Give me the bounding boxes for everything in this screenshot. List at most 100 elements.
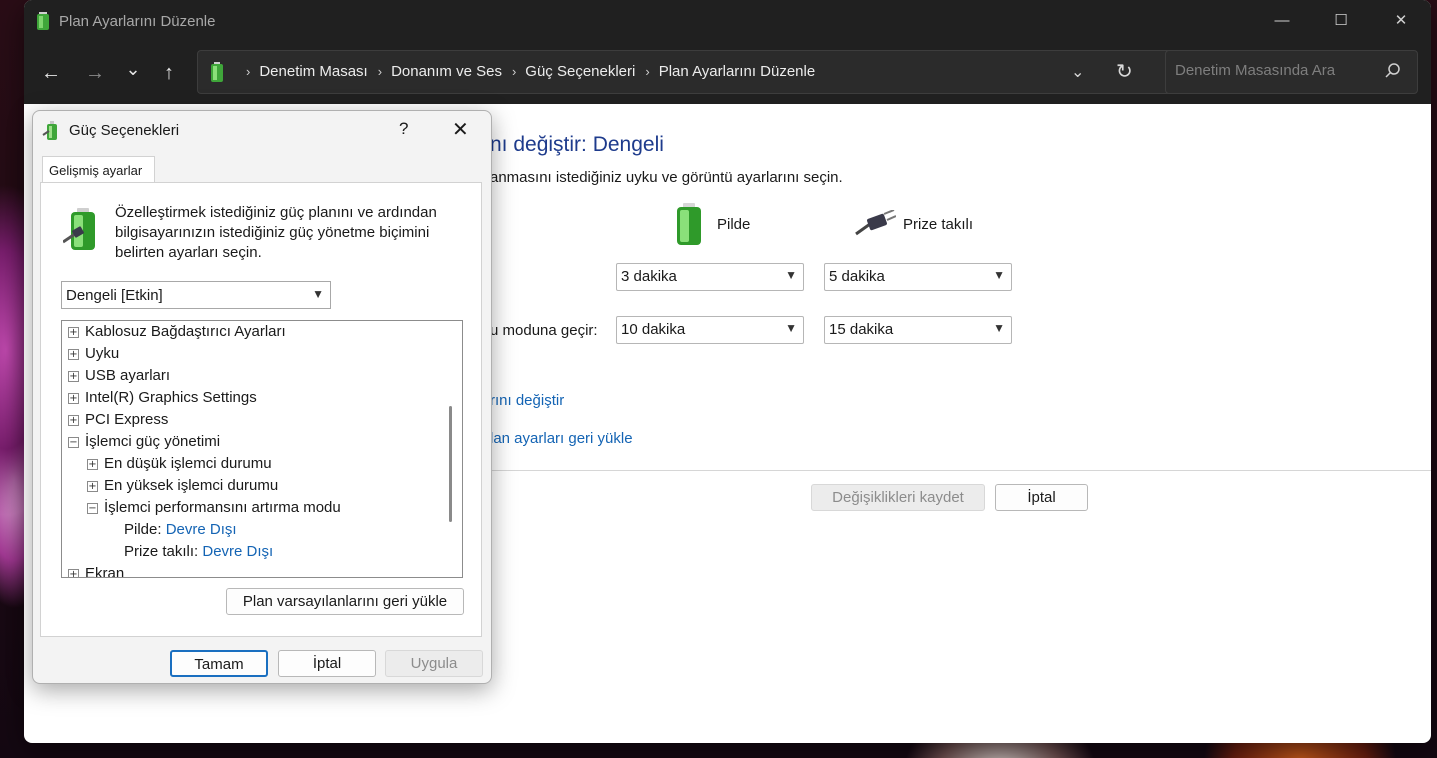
refresh-button[interactable]: ↻ (1116, 59, 1133, 84)
power-options-icon (42, 121, 57, 140)
breadcrumb-separator: › (511, 64, 517, 79)
tree-scrollbar[interactable] (449, 406, 452, 522)
tree-item-pci-express[interactable]: + PCI Express (68, 411, 168, 433)
tree-item-label: Pilde: (124, 521, 162, 538)
boost-plugged-value[interactable]: Devre Dışı (202, 543, 273, 560)
tree-item-boost-battery[interactable]: Pilde: Devre Dışı (124, 521, 237, 543)
cancel-button[interactable]: İptal (995, 484, 1088, 511)
restore-defaults-link[interactable]: lan ayarları geri yükle (490, 430, 633, 447)
recent-locations-button[interactable]: ⌄ (118, 54, 148, 84)
sleep-row-label: u moduna geçir: (490, 322, 598, 339)
breadcrumb-control-panel[interactable]: Denetim Masası (259, 63, 367, 80)
battery-icon (211, 62, 223, 82)
expand-icon[interactable]: + (68, 371, 79, 382)
boost-battery-value[interactable]: Devre Dışı (166, 521, 237, 538)
save-changes-button[interactable]: Değişiklikleri kaydet (811, 484, 985, 511)
tree-item-label: USB ayarları (85, 367, 171, 384)
power-options-dialog: Güç Seçenekleri ? ✕ Gelişmiş ayarlar Öze… (32, 110, 492, 684)
tree-item-label: Intel(R) Graphics Settings (85, 389, 257, 406)
chevron-down-icon: ▼ (785, 321, 797, 335)
up-button[interactable]: ↑ (154, 58, 184, 88)
tree-item-wireless[interactable]: + Kablosuz Bağdaştırıcı Ayarları (68, 323, 286, 345)
tree-item-label: En yüksek işlemci durumu (104, 477, 279, 494)
restore-plan-defaults-button[interactable]: Plan varsayılanlarını geri yükle (226, 588, 464, 615)
tree-item-usb[interactable]: + USB ayarları (68, 367, 170, 389)
forward-button[interactable]: → (80, 58, 110, 88)
collapse-icon[interactable]: − (87, 503, 98, 514)
breadcrumb-hardware-sound[interactable]: Donanım ve Ses (391, 63, 502, 80)
help-button[interactable]: ? (399, 119, 408, 139)
search-box[interactable] (1165, 50, 1418, 94)
title-bar: Plan Ayarlarını Düzenle — ☐ ✕ (24, 0, 1431, 42)
tree-item-label: Ekran (85, 565, 125, 578)
tree-item-label: İşlemci güç yönetimi (85, 433, 221, 450)
tree-item-min-processor-state[interactable]: + En düşük işlemci durumu (87, 455, 272, 477)
expand-icon[interactable]: + (68, 349, 79, 360)
tree-item-boost-mode[interactable]: − İşlemci performansını artırma modu (87, 499, 341, 521)
sleep-plugged-select[interactable]: 15 dakika ▼ (824, 316, 1012, 344)
expand-icon[interactable]: + (68, 415, 79, 426)
tree-item-label: PCI Express (85, 411, 169, 428)
navigation-bar: ← → ⌄ ↑ › Denetim Masası › Donanım ve Ses › G… (24, 42, 1431, 104)
advanced-settings-link[interactable]: rını değiştir (490, 392, 564, 409)
ok-button[interactable]: Tamam (170, 650, 268, 677)
maximize-button[interactable]: ☐ (1329, 10, 1353, 32)
search-icon[interactable] (1384, 62, 1402, 80)
tree-item-processor-power[interactable]: − İşlemci güç yönetimi (68, 433, 220, 455)
dialog-close-button[interactable]: ✕ (452, 117, 469, 142)
tree-item-label: En düşük işlemci durumu (104, 455, 272, 472)
column-battery-label: Pilde (717, 216, 751, 233)
battery-icon (37, 12, 49, 30)
settings-tree[interactable]: + Kablosuz Bağdaştırıcı Ayarları + Uyku + U… (61, 320, 463, 578)
advanced-settings-panel: Özelleştirmek istediğiniz güç planını ve… (40, 182, 482, 637)
tree-item-display[interactable]: + Ekran (68, 565, 125, 578)
window-title: Plan Ayarlarını Düzenle (59, 13, 216, 30)
breadcrumb-edit-plan[interactable]: Plan Ayarlarını Düzenle (659, 63, 815, 80)
breadcrumb-separator: › (645, 64, 650, 79)
power-plan-icon (63, 208, 95, 250)
apply-button[interactable]: Uygula (385, 650, 483, 677)
tree-item-boost-plugged[interactable]: Prize takılı: Devre Dışı (124, 543, 273, 565)
dialog-cancel-button[interactable]: İptal (278, 650, 376, 677)
chevron-down-icon: ▼ (312, 287, 324, 301)
breadcrumb-separator: › (246, 64, 251, 79)
tree-item-max-processor-state[interactable]: + En yüksek işlemci durumu (87, 477, 278, 499)
close-button[interactable]: ✕ (1389, 10, 1413, 32)
plan-description: anmasını istediğiniz uyku ve görüntü aya… (490, 169, 843, 186)
tree-item-label: İşlemci performansını artırma modu (104, 499, 341, 516)
battery-icon (677, 203, 701, 245)
search-input[interactable] (1175, 62, 1375, 79)
column-plugged-label: Prize takılı (903, 216, 974, 233)
expand-icon[interactable]: + (68, 569, 79, 577)
tab-advanced-settings[interactable]: Gelişmiş ayarlar (42, 156, 155, 183)
expand-icon[interactable]: + (87, 459, 98, 470)
collapse-icon[interactable]: − (68, 437, 79, 448)
power-plan-select[interactable]: Dengeli [Etkin] ▼ (61, 281, 331, 309)
tree-item-label: Uyku (85, 345, 120, 362)
expand-icon[interactable]: + (68, 393, 79, 404)
tree-item-sleep[interactable]: + Uyku (68, 345, 119, 367)
dialog-intro-text: Özelleştirmek istediğiniz güç planını ve… (115, 204, 437, 261)
select-value: 5 dakika (829, 268, 885, 285)
tree-item-label: Prize takılı: (124, 543, 199, 560)
chevron-down-icon: ▼ (785, 268, 797, 282)
expand-icon[interactable]: + (87, 481, 98, 492)
breadcrumb-power-options[interactable]: Güç Seçenekleri (525, 63, 635, 80)
select-value: 10 dakika (621, 321, 686, 338)
plan-title: nı değiştir: Dengeli (490, 133, 664, 156)
chevron-down-icon: ▼ (993, 321, 1005, 335)
plug-icon (855, 210, 896, 236)
address-bar[interactable]: › Denetim Masası › Donanım ve Ses › Güç Seçen… (197, 50, 1174, 94)
back-button[interactable]: ← (36, 58, 66, 88)
breadcrumb-separator: › (377, 64, 383, 79)
expand-icon[interactable]: + (68, 327, 79, 338)
minimize-button[interactable]: — (1270, 10, 1294, 32)
display-off-plugged-select[interactable]: 5 dakika ▼ (824, 263, 1012, 291)
display-off-battery-select[interactable]: 3 dakika ▼ (616, 263, 804, 291)
select-value: Dengeli [Etkin] (66, 287, 163, 304)
address-dropdown-button[interactable]: ⌄ (1071, 62, 1084, 82)
breadcrumb: › Denetim Masası › Donanım ve Ses › Güç Seçen… (236, 63, 815, 80)
select-value: 3 dakika (621, 268, 677, 285)
sleep-battery-select[interactable]: 10 dakika ▼ (616, 316, 804, 344)
tree-item-intel-graphics[interactable]: + Intel(R) Graphics Settings (68, 389, 257, 411)
